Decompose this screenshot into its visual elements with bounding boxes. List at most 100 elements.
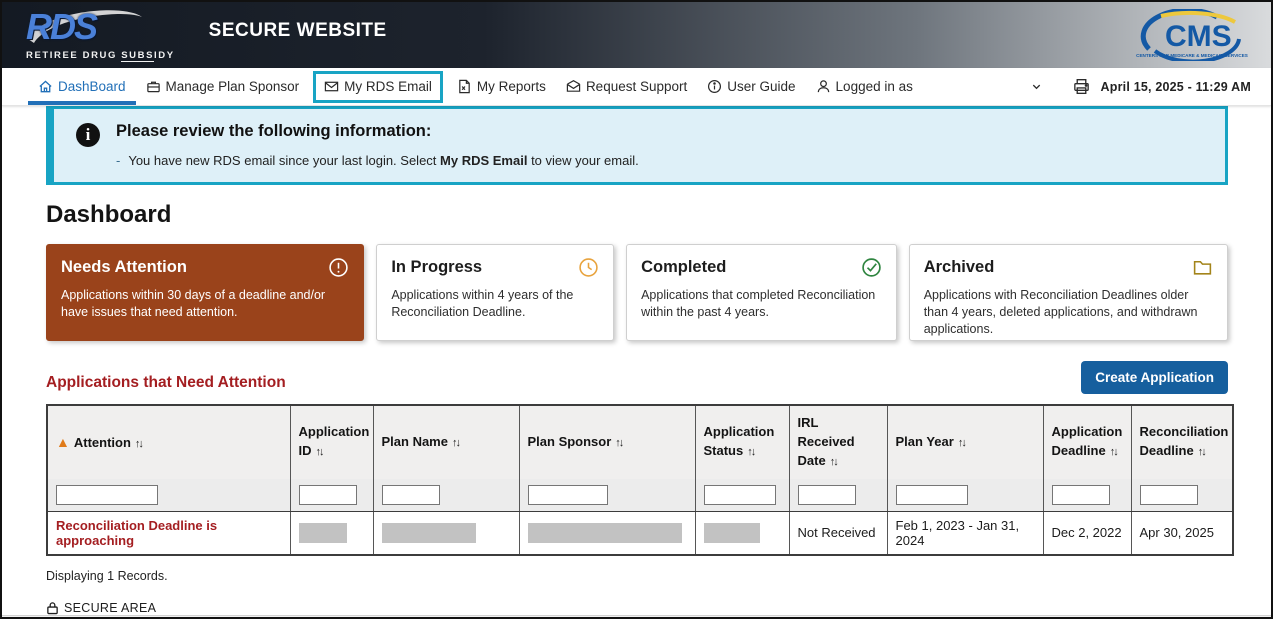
- sort-icon: ↑↓: [615, 437, 622, 449]
- sort-icon: ↑↓: [747, 446, 754, 458]
- filter-input-irl-received-date[interactable]: [798, 485, 856, 505]
- sort-icon: ↑↓: [1110, 446, 1117, 458]
- envelope-icon: [324, 79, 339, 94]
- person-icon: [816, 79, 831, 94]
- redacted-application-id: [299, 523, 347, 543]
- attention-message-link[interactable]: Reconciliation Deadline is approaching: [56, 518, 217, 548]
- column-header-application-status[interactable]: Application Status↑↓: [695, 405, 789, 479]
- sort-icon: ↑↓: [830, 456, 837, 468]
- card-title: Archived: [924, 258, 995, 277]
- card-description: Applications that completed Reconciliati…: [641, 287, 882, 321]
- column-header-application-deadline[interactable]: Application Deadline↑↓: [1043, 405, 1131, 479]
- secure-area-indicator: SECURE AREA: [46, 601, 1228, 615]
- printer-icon[interactable]: [1072, 77, 1091, 96]
- section-heading: Applications that Need Attention: [46, 374, 286, 394]
- card-needs-attention[interactable]: Needs Attention Applications within 30 d…: [46, 244, 364, 341]
- nav-item-label: My Reports: [477, 79, 546, 94]
- column-header-plan-year[interactable]: Plan Year↑↓: [887, 405, 1043, 479]
- section-header-row: Applications that Need Attention Create …: [46, 361, 1228, 394]
- nav-item-label: My RDS Email: [344, 79, 432, 94]
- secure-area-label: SECURE AREA: [64, 601, 156, 615]
- sort-icon: ↑↓: [452, 437, 459, 449]
- exclamation-circle-icon: [328, 257, 349, 278]
- applications-table: ▲Attention↑↓ Application ID↑↓ Plan Name↑…: [46, 404, 1234, 556]
- alert-bullet: -: [116, 153, 120, 168]
- rds-logo: RDS RETIREE DRUG SUBSIDY: [26, 9, 175, 61]
- masthead: RDS RETIREE DRUG SUBSIDY SECURE WEBSITE …: [2, 2, 1271, 68]
- card-description: Applications with Reconciliation Deadlin…: [924, 287, 1213, 338]
- card-title: Needs Attention: [61, 258, 187, 277]
- rds-logo-text: RDS: [26, 6, 96, 47]
- column-header-attention[interactable]: ▲Attention↑↓: [47, 405, 290, 479]
- logged-in-user-redacted: [918, 76, 1026, 98]
- nav-item-dashboard[interactable]: DashBoard: [28, 68, 136, 105]
- check-circle-icon: [861, 257, 882, 278]
- sort-icon: ↑↓: [1198, 446, 1205, 458]
- column-header-plan-sponsor[interactable]: Plan Sponsor↑↓: [519, 405, 695, 479]
- sort-icon: ↑↓: [316, 446, 323, 458]
- application-deadline-cell: Dec 2, 2022: [1043, 511, 1131, 555]
- warning-triangle-icon: ▲: [56, 434, 70, 450]
- info-alert: i Please review the following informatio…: [46, 106, 1228, 185]
- home-icon: [38, 79, 53, 94]
- report-file-icon: [457, 79, 472, 94]
- card-archived[interactable]: Archived Applications with Reconciliatio…: [909, 244, 1228, 341]
- table-row: Reconciliation Deadline is approaching N…: [47, 511, 1233, 555]
- cms-sub-text: CENTERS FOR MEDICARE & MEDICAID SERVICES: [1136, 53, 1248, 58]
- filter-input-plan-sponsor[interactable]: [528, 485, 608, 505]
- irl-received-date-cell: Not Received: [789, 511, 887, 555]
- card-description: Applications within 30 days of a deadlin…: [61, 287, 349, 321]
- alert-message: - You have new RDS email since your last…: [116, 153, 639, 168]
- cms-logo-icon: CMS CENTERS FOR MEDICARE & MEDICAID SERV…: [1131, 9, 1253, 61]
- card-completed[interactable]: Completed Applications that completed Re…: [626, 244, 897, 341]
- svg-text:CMS: CMS: [1165, 20, 1232, 53]
- column-header-irl-received-date[interactable]: IRL Received Date↑↓: [789, 405, 887, 479]
- logged-in-as-label: Logged in as: [836, 79, 913, 94]
- clock-icon: [578, 257, 599, 278]
- card-description: Applications within 4 years of the Recon…: [391, 287, 599, 321]
- cms-logo: CMS CENTERS FOR MEDICARE & MEDICAID SERV…: [1131, 9, 1253, 61]
- redacted-plan-name: [382, 523, 476, 543]
- reconciliation-deadline-cell: Apr 30, 2025: [1131, 511, 1233, 555]
- nav-item-manage-plan-sponsor[interactable]: Manage Plan Sponsor: [136, 68, 310, 105]
- sort-icon: ↑↓: [135, 438, 142, 450]
- filter-input-plan-name[interactable]: [382, 485, 440, 505]
- main-navigation: DashBoard Manage Plan Sponsor My RDS Ema…: [2, 68, 1271, 106]
- filter-input-plan-year[interactable]: [896, 485, 968, 505]
- rds-secure-website-page: RDS RETIREE DRUG SUBSIDY SECURE WEBSITE …: [0, 0, 1273, 619]
- card-in-progress[interactable]: In Progress Applications within 4 years …: [376, 244, 614, 341]
- support-envelope-icon: [566, 79, 581, 94]
- nav-item-request-support[interactable]: Request Support: [556, 68, 697, 105]
- nav-item-user-guide[interactable]: User Guide: [697, 68, 805, 105]
- table-filter-row: [47, 479, 1233, 512]
- folder-icon: [1192, 257, 1213, 278]
- nav-item-my-rds-email[interactable]: My RDS Email: [313, 71, 443, 103]
- filter-input-attention[interactable]: [56, 485, 158, 505]
- column-header-application-id[interactable]: Application ID↑↓: [290, 405, 373, 479]
- rds-tagline: RETIREE DRUG SUBSIDY: [26, 51, 175, 61]
- column-header-plan-name[interactable]: Plan Name↑↓: [373, 405, 519, 479]
- site-label: SECURE WEBSITE: [209, 20, 387, 42]
- filter-input-reconciliation-deadline[interactable]: [1140, 485, 1198, 505]
- alert-title: Please review the following information:: [116, 122, 639, 141]
- logged-in-as-dropdown[interactable]: Logged in as: [806, 68, 1052, 105]
- table-header-row: ▲Attention↑↓ Application ID↑↓ Plan Name↑…: [47, 405, 1233, 479]
- chevron-down-icon: [1031, 81, 1042, 92]
- create-application-button[interactable]: Create Application: [1081, 361, 1228, 394]
- nav-item-label: User Guide: [727, 79, 795, 94]
- status-cards: Needs Attention Applications within 30 d…: [46, 244, 1228, 341]
- redacted-plan-sponsor: [528, 523, 682, 543]
- main-content: i Please review the following informatio…: [2, 106, 1271, 615]
- nav-item-my-reports[interactable]: My Reports: [447, 68, 556, 105]
- column-header-reconciliation-deadline[interactable]: Reconciliation Deadline↑↓: [1131, 405, 1233, 479]
- filter-input-application-id[interactable]: [299, 485, 357, 505]
- footer: Privacy Policy | User Agreement | Access…: [2, 615, 1271, 619]
- card-title: Completed: [641, 258, 726, 277]
- sort-icon: ↑↓: [958, 437, 965, 449]
- plan-year-cell: Feb 1, 2023 - Jan 31, 2024: [887, 511, 1043, 555]
- redacted-application-status: [704, 523, 760, 543]
- filter-input-application-deadline[interactable]: [1052, 485, 1110, 505]
- nav-item-label: DashBoard: [58, 79, 126, 94]
- page-title: Dashboard: [46, 201, 1228, 229]
- filter-input-application-status[interactable]: [704, 485, 776, 505]
